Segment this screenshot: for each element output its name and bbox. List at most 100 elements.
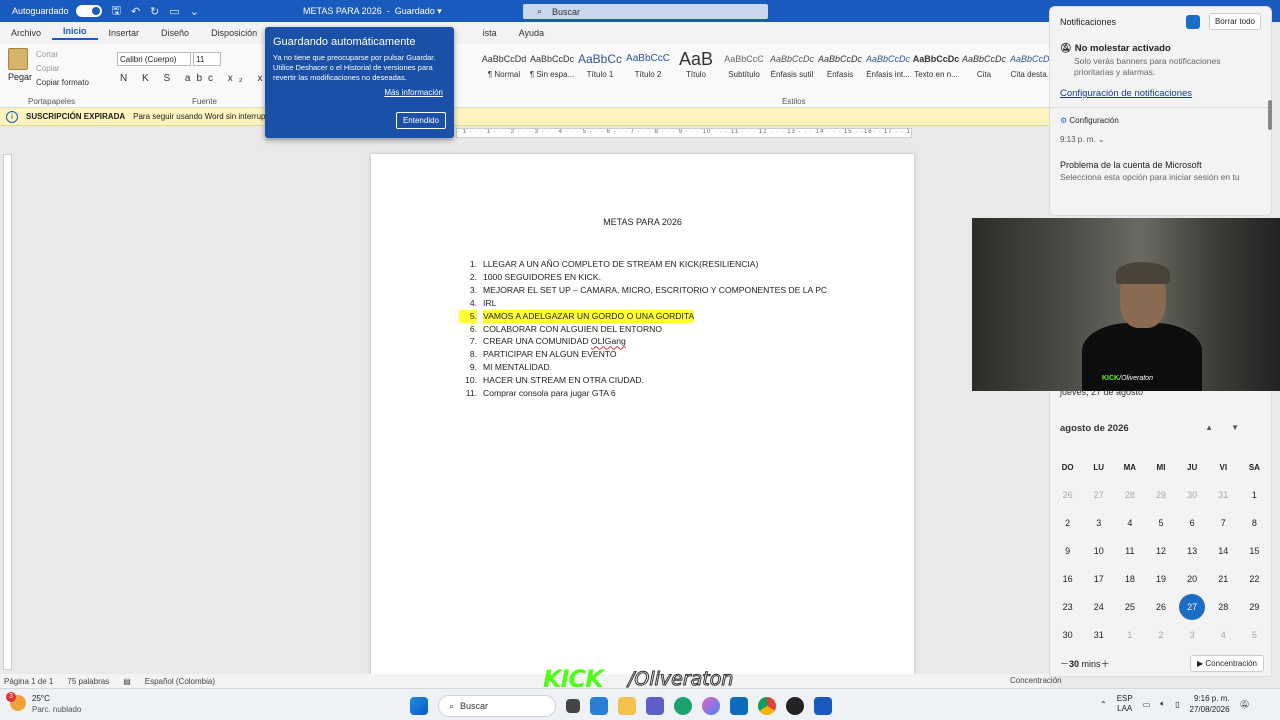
calendar-day[interactable]: 31 (1083, 630, 1114, 640)
calendar-day[interactable]: 2 (1052, 518, 1083, 528)
month-nav[interactable]: ▲▼ (1205, 423, 1257, 432)
calendar-day-today[interactable]: 27 (1177, 594, 1208, 620)
font-size-select[interactable]: 11 (193, 52, 221, 66)
style-strong[interactable]: AaBbCcDc Texto en n... (912, 48, 960, 88)
word-icon[interactable] (814, 697, 832, 715)
paste-button[interactable]: Pegar (8, 48, 32, 82)
calendar-day[interactable]: 21 (1208, 574, 1239, 584)
focus-mode-button[interactable]: Concentración (1010, 676, 1062, 685)
calendar-day[interactable]: 4 (1114, 518, 1145, 528)
calendar-day[interactable]: 26 (1145, 602, 1176, 612)
store-icon[interactable] (590, 697, 608, 715)
calendar-day[interactable]: 2 (1145, 630, 1176, 640)
calendar-day[interactable]: 20 (1177, 574, 1208, 584)
calendar-day[interactable]: 24 (1083, 602, 1114, 612)
copy-button[interactable]: Copiar (36, 62, 89, 76)
notification-scrollbar[interactable] (1268, 100, 1272, 130)
edge-icon[interactable] (674, 697, 692, 715)
document-page[interactable]: METAS PARA 2026 1. LLEGAR A UN AÑO COMPLE… (371, 154, 914, 674)
tab-insertar[interactable]: Insertar (98, 28, 151, 38)
calendar-day[interactable]: 29 (1239, 602, 1270, 612)
style-intense-emphasis[interactable]: AaBbCcDc Énfasis int... (864, 48, 912, 88)
calendar-day[interactable]: 31 (1208, 490, 1239, 500)
format-buttons[interactable]: N K S abc x₂ x² (120, 73, 278, 84)
calendar-day[interactable]: 3 (1177, 630, 1208, 640)
chrome-icon[interactable] (758, 697, 776, 715)
title-search[interactable]: ⌕ Buscar (523, 4, 768, 19)
style-quote[interactable]: AaBbCcDc Cita (960, 48, 1008, 88)
calendar-day[interactable]: 1 (1239, 490, 1270, 500)
clear-all-button[interactable]: Borrar todo (1208, 13, 1261, 31)
network-icon[interactable]: ▭ (1143, 700, 1151, 709)
windows-start-icon[interactable] (410, 697, 428, 715)
plus-button[interactable]: ＋ (1101, 657, 1110, 670)
proofing-icon[interactable]: ▤ (123, 677, 131, 686)
customize-toolbar-icon[interactable]: ⌄ (190, 5, 199, 18)
more-info-link[interactable]: Más información (384, 88, 443, 97)
file-explorer-icon[interactable] (618, 697, 636, 715)
taskbar-search[interactable]: ⌕ Buscar (438, 695, 556, 717)
notification-settings-link[interactable]: Configuración de notificaciones (1060, 88, 1261, 99)
tab-disposicion[interactable]: Disposición (200, 28, 268, 38)
calendar-day[interactable]: 14 (1208, 546, 1239, 556)
calendar-day[interactable]: 17 (1083, 574, 1114, 584)
font-name-select[interactable]: Calibri (Cuerpo) (117, 52, 191, 66)
calendar-day[interactable]: 1 (1114, 630, 1145, 640)
calendar-day[interactable]: 13 (1177, 546, 1208, 556)
calendar-day[interactable]: 26 (1052, 490, 1083, 500)
start-focus-button[interactable]: ▶ Concentración (1190, 655, 1264, 672)
battery-icon[interactable]: ▯ (1175, 700, 1179, 709)
dnd-icon[interactable] (1186, 15, 1201, 29)
calendar-day[interactable]: 12 (1145, 546, 1176, 556)
calendar-day[interactable]: 16 (1052, 574, 1083, 584)
notification-title[interactable]: Problema de la cuenta de Microsoft (1060, 160, 1261, 170)
calendar-day[interactable]: 30 (1052, 630, 1083, 640)
tab-vista[interactable]: ista (472, 28, 508, 38)
page-count[interactable]: Página 1 de 1 (4, 677, 53, 686)
calendar-day[interactable]: 25 (1114, 602, 1145, 612)
document-title[interactable]: METAS PARA 2026 - Guardado ▾ (303, 6, 442, 17)
style-title[interactable]: AaB Título (672, 48, 720, 88)
calendar-day[interactable]: 3 (1083, 518, 1114, 528)
tab-diseno[interactable]: Diseño (150, 28, 200, 38)
autosave-toggle[interactable] (75, 5, 102, 17)
redo-icon[interactable]: ↻ (150, 5, 159, 18)
notification-body[interactable]: Selecciona esta opción para iniciar sesi… (1060, 172, 1261, 182)
calendar-day[interactable]: 5 (1239, 630, 1270, 640)
language-status[interactable]: Español (Colombia) (145, 677, 215, 686)
got-it-button[interactable]: Entendido (395, 112, 446, 129)
style-emphasis[interactable]: AaBbCcDc Énfasis (816, 48, 864, 88)
save-icon[interactable]: 🖫 (112, 2, 121, 21)
style-normal[interactable]: AaBbCcDd ¶ Normal (480, 48, 528, 88)
notification-time[interactable]: 9:13 p. m. ⌄ (1060, 135, 1261, 144)
calendar-day[interactable]: 7 (1208, 518, 1239, 528)
style-heading1[interactable]: AaBbCc Título 1 (576, 48, 624, 88)
teams-icon[interactable] (646, 697, 664, 715)
tab-ayuda[interactable]: Ayuda (508, 28, 555, 38)
copilot-icon[interactable] (702, 697, 720, 715)
calendar-day[interactable]: 22 (1239, 574, 1270, 584)
chevron-up-icon[interactable]: ⌃ (1100, 700, 1107, 709)
format-painter-button[interactable]: Copiar formato (36, 76, 89, 90)
word-count[interactable]: 75 palabras (67, 677, 109, 686)
calendar-day[interactable]: 5 (1145, 518, 1176, 528)
calendar-day[interactable]: 28 (1114, 490, 1145, 500)
volume-icon[interactable]: 🔈︎ (1160, 699, 1165, 709)
task-view-icon[interactable] (566, 699, 580, 713)
tab-archivo[interactable]: Archivo (0, 28, 52, 38)
obs-icon[interactable] (786, 697, 804, 715)
calendar-day[interactable]: 19 (1145, 574, 1176, 584)
calendar-day[interactable]: 11 (1114, 546, 1145, 556)
cut-button[interactable]: Cortar (36, 48, 89, 62)
calendar-day[interactable]: 4 (1208, 630, 1239, 640)
calendar-day[interactable]: 30 (1177, 490, 1208, 500)
autosave-control[interactable]: Autoguardado (12, 5, 102, 17)
calendar-day[interactable]: 23 (1052, 602, 1083, 612)
style-subtitle[interactable]: AaBbCcC Subtítulo (720, 48, 768, 88)
calendar-day[interactable]: 27 (1083, 490, 1114, 500)
misspelled-word[interactable]: OLIGang (591, 335, 626, 348)
bell-off-icon[interactable]: 🔕︎ (1240, 700, 1250, 709)
vertical-ruler[interactable] (3, 154, 12, 670)
language-indicator[interactable]: ESP LAA (1117, 694, 1133, 714)
undo-icon[interactable]: ↶ (131, 5, 140, 18)
